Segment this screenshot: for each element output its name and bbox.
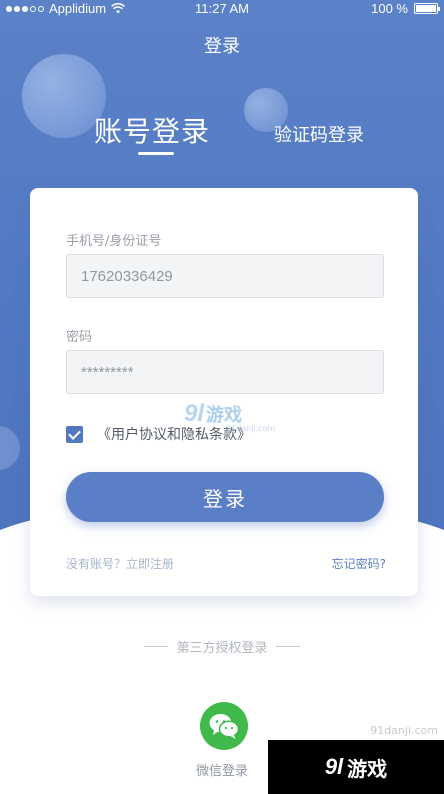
divider-line xyxy=(275,646,300,647)
status-right: 100 % xyxy=(371,1,440,16)
watermark-logo-mark: 9l xyxy=(184,400,205,427)
wechat-login-button[interactable] xyxy=(200,702,248,750)
login-card: 手机号/身份证号 密码 《用户协议和隐私条款》 登录 没有账号？立即注册 忘记密… xyxy=(30,188,418,596)
checkbox-checked-icon[interactable] xyxy=(66,425,83,443)
third-party-title: 第三方授权登录 xyxy=(176,641,268,656)
divider-line xyxy=(144,646,169,647)
watermark-logo-mark: 9l xyxy=(324,754,344,779)
phone-input[interactable] xyxy=(66,254,384,298)
watermark-brand: 游戏 xyxy=(347,756,388,781)
watermark-badge: 9l 游戏 xyxy=(268,740,444,794)
forgot-password-link[interactable]: 忘记密码? xyxy=(332,555,386,572)
password-input[interactable] xyxy=(66,350,384,394)
login-button[interactable]: 登录 xyxy=(66,472,384,522)
register-link[interactable]: 没有账号？立即注册 xyxy=(66,555,174,572)
watermark-site: 91danji.com xyxy=(226,424,276,433)
decorative-bubble xyxy=(0,426,20,470)
watermark-logo: 9l 游戏 91danji.com xyxy=(184,400,275,433)
status-bar: Applidium 11:27 AM 100 % xyxy=(0,0,444,20)
active-tab-indicator xyxy=(138,152,174,155)
battery-icon xyxy=(414,3,440,14)
password-label: 密码 xyxy=(66,330,93,345)
wechat-icon xyxy=(209,714,240,739)
battery-percent: 100 % xyxy=(371,1,408,16)
watermark-site-faint: 91danji.com xyxy=(370,724,438,737)
tab-account-login[interactable]: 账号登录 xyxy=(94,110,210,150)
third-party-divider: 第三方授权登录 xyxy=(0,637,444,656)
page-title: 登录 xyxy=(204,36,240,57)
tab-sms-login[interactable]: 验证码登录 xyxy=(274,121,364,147)
phone-label: 手机号/身份证号 xyxy=(66,234,162,249)
